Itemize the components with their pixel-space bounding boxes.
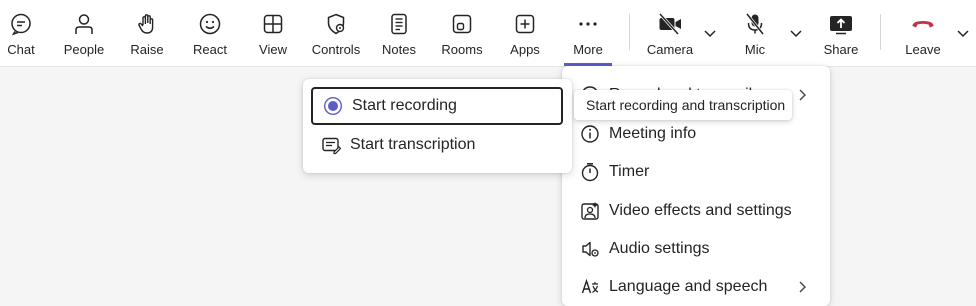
- controls-button[interactable]: Controls: [310, 0, 362, 66]
- menu-item-label: Timer: [609, 163, 650, 180]
- grid-view-icon: [260, 11, 286, 37]
- tooltip-text: Start recording and transcription: [586, 97, 786, 113]
- info-icon: [579, 123, 601, 145]
- view-button[interactable]: View: [252, 0, 294, 66]
- react-button[interactable]: React: [188, 0, 232, 66]
- more-dots-icon: [575, 11, 601, 37]
- notes-label: Notes: [382, 42, 416, 57]
- menu-item-label: Meeting info: [609, 125, 697, 142]
- people-icon: [71, 11, 97, 37]
- start-recording-button[interactable]: Start recording: [311, 87, 563, 125]
- notes-button[interactable]: Notes: [380, 0, 418, 66]
- start-transcription-button[interactable]: Start transcription: [311, 126, 563, 164]
- camera-off-icon: [657, 11, 683, 37]
- menu-item-label: Language and speech: [609, 278, 768, 295]
- raise-hand-button[interactable]: Raise: [125, 0, 169, 66]
- tooltip: Start recording and transcription: [574, 90, 792, 120]
- menu-item-video-effects[interactable]: Video effects and settings: [562, 192, 830, 230]
- toolbar-divider: [629, 14, 630, 50]
- smiley-icon: [197, 11, 223, 37]
- hand-icon: [134, 11, 160, 37]
- leave-options-chevron-icon[interactable]: [955, 25, 971, 41]
- audio-settings-icon: [579, 238, 601, 260]
- rooms-icon: [449, 11, 475, 37]
- add-apps-icon: [512, 11, 538, 37]
- leave-button[interactable]: Leave: [900, 0, 946, 66]
- start-transcription-label: Start transcription: [350, 136, 476, 153]
- chevron-right-icon: [796, 87, 810, 103]
- video-effects-icon: [579, 200, 601, 222]
- rooms-label: Rooms: [441, 42, 483, 57]
- chat-button[interactable]: Chat: [0, 0, 42, 66]
- menu-item-language-and-speech[interactable]: Language and speech: [562, 268, 830, 306]
- start-recording-label: Start recording: [352, 97, 457, 114]
- camera-button[interactable]: Camera: [645, 0, 695, 66]
- share-label: Share: [823, 42, 859, 57]
- leave-label: Leave: [905, 42, 941, 57]
- transcript-icon: [321, 135, 341, 155]
- record-icon: [323, 96, 343, 116]
- people-button[interactable]: People: [60, 0, 108, 66]
- camera-options-chevron-icon[interactable]: [702, 25, 718, 41]
- rooms-button[interactable]: Rooms: [440, 0, 484, 66]
- menu-item-meeting-info[interactable]: Meeting info: [562, 115, 830, 153]
- meeting-toolbar: Chat People Raise React View Controls No…: [0, 0, 976, 67]
- notes-icon: [386, 11, 412, 37]
- menu-item-label: Video effects and settings: [609, 202, 792, 219]
- chevron-right-icon: [796, 279, 810, 295]
- record-transcribe-submenu: Start recording Start transcription: [303, 79, 572, 173]
- menu-item-label: Audio settings: [609, 240, 710, 257]
- chat-icon: [8, 11, 34, 37]
- toolbar-divider: [880, 14, 881, 50]
- more-button[interactable]: More: [564, 0, 612, 66]
- react-label: React: [193, 42, 227, 57]
- controls-label: Controls: [311, 42, 361, 57]
- hang-up-phone-icon: [910, 11, 936, 37]
- people-label: People: [63, 42, 105, 57]
- mic-options-chevron-icon[interactable]: [788, 25, 804, 41]
- shield-gear-icon: [323, 11, 349, 37]
- more-label: More: [573, 42, 603, 57]
- raise-label: Raise: [130, 42, 164, 57]
- timer-icon: [579, 161, 601, 183]
- mic-off-icon: [742, 11, 768, 37]
- language-icon: [579, 276, 601, 298]
- apps-label: Apps: [510, 42, 540, 57]
- camera-label: Camera: [646, 42, 694, 57]
- view-label: View: [259, 42, 287, 57]
- menu-item-audio-settings[interactable]: Audio settings: [562, 230, 830, 268]
- menu-item-timer[interactable]: Timer: [562, 153, 830, 191]
- share-button[interactable]: Share: [820, 0, 862, 66]
- share-screen-icon: [828, 11, 854, 37]
- mic-label: Mic: [744, 42, 766, 57]
- chat-label: Chat: [7, 42, 35, 57]
- apps-button[interactable]: Apps: [506, 0, 544, 66]
- mic-button[interactable]: Mic: [737, 0, 773, 66]
